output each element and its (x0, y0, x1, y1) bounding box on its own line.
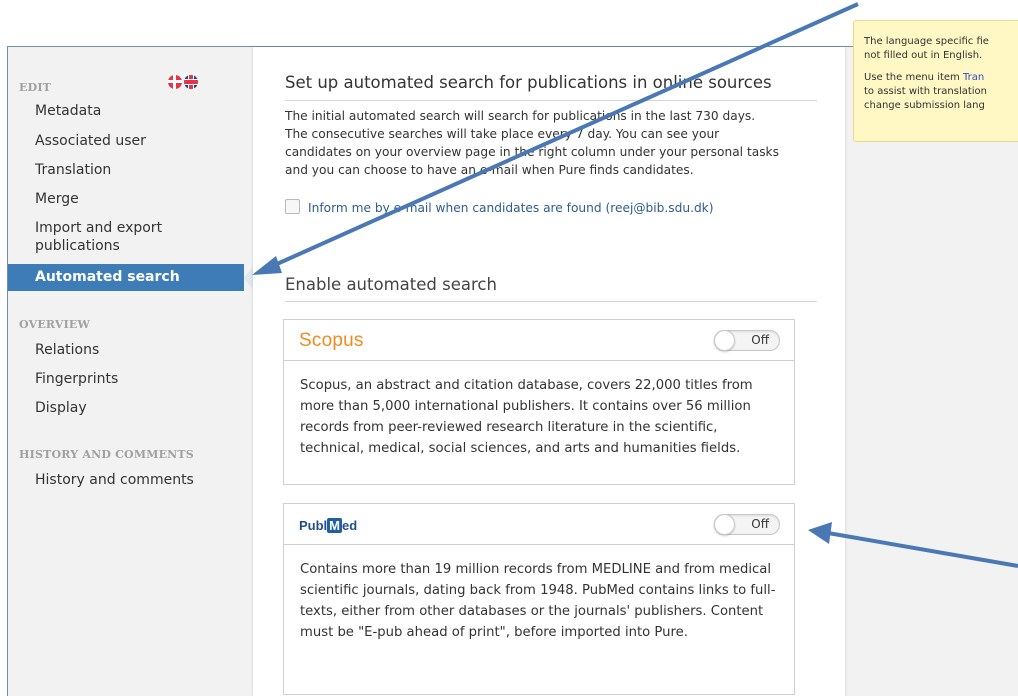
section-heading-overview: OVERVIEW (19, 318, 91, 331)
pubmed-logo-text: Publ (299, 518, 328, 533)
pubmed-logo: Publ Med (299, 518, 357, 533)
automated-search-description: The initial automated search will search… (285, 107, 825, 179)
english-flag-icon[interactable] (184, 75, 198, 89)
divider (285, 100, 817, 101)
app-frame: EDIT Metadata Associated user Translatio… (7, 46, 1018, 696)
pubmed-logo-m: M (327, 518, 343, 533)
email-notification-option[interactable]: Inform me by e-mail when candidates are … (285, 199, 714, 215)
pubmed-logo-text: ed (342, 518, 358, 533)
section-heading-history: HISTORY AND COMMENTS (19, 448, 194, 461)
sidebar: EDIT Metadata Associated user Translatio… (8, 47, 255, 696)
sidebar-item-history-comments[interactable]: History and comments (35, 471, 225, 489)
sidebar-item-relations[interactable]: Relations (35, 341, 225, 359)
info-text: Use the menu item (864, 72, 963, 83)
info-line: not filled out in English. (864, 50, 983, 61)
description-line: candidates on your overview page in the … (285, 145, 779, 159)
sidebar-item-display[interactable]: Display (35, 399, 225, 417)
pubmed-description: Contains more than 19 million records fr… (300, 562, 776, 640)
section-title-enable: Enable automated search (285, 275, 497, 294)
toggle-state-label: Off (751, 517, 769, 531)
card-header: Publ Med Off (284, 504, 794, 545)
page-title: Set up automated search for publications… (285, 73, 772, 92)
translation-link[interactable]: Tran (963, 72, 984, 83)
toggle-knob (714, 514, 735, 535)
toggle-state-label: Off (751, 333, 769, 347)
sidebar-item-merge[interactable]: Merge (35, 190, 225, 208)
source-card-scopus: Scopus Off Scopus, an abstract and citat… (283, 319, 795, 485)
danish-flag-icon[interactable] (168, 75, 182, 89)
scopus-description: Scopus, an abstract and citation databas… (300, 378, 753, 456)
scopus-logo: Scopus (299, 330, 364, 351)
sidebar-item-fingerprints[interactable]: Fingerprints (35, 370, 225, 388)
section-heading-edit: EDIT (19, 81, 52, 94)
description-line: The consecutive searches will take place… (285, 127, 720, 141)
sidebar-item-import-export[interactable]: Import and export publications (35, 219, 225, 255)
scopus-toggle[interactable]: Off (714, 330, 780, 351)
description-line: The initial automated search will search… (285, 109, 756, 123)
divider (285, 301, 817, 302)
language-info-box: The language specific fie not filled out… (853, 20, 1018, 142)
source-card-pubmed: Publ Med Off Contains more than 19 millio… (283, 503, 795, 695)
email-notification-checkbox[interactable] (285, 199, 300, 214)
sidebar-item-automated-search[interactable]: Automated search (8, 264, 244, 291)
info-line: Use the menu item Tran (854, 63, 1018, 85)
sidebar-item-metadata[interactable]: Metadata (35, 102, 225, 120)
info-line: The language specific fie (864, 36, 989, 47)
card-header: Scopus Off (284, 320, 794, 361)
toggle-knob (714, 330, 735, 351)
sidebar-item-associated-user[interactable]: Associated user (35, 132, 225, 150)
info-line: change submission lang (864, 100, 985, 111)
main-panel: Set up automated search for publications… (253, 47, 845, 696)
sidebar-item-translation[interactable]: Translation (35, 161, 225, 179)
email-notification-label[interactable]: Inform me by e-mail when candidates are … (308, 201, 714, 215)
pubmed-toggle[interactable]: Off (714, 514, 780, 535)
info-line: to assist with translation (864, 86, 988, 97)
description-line: and you can choose to have an e-mail whe… (285, 163, 694, 177)
